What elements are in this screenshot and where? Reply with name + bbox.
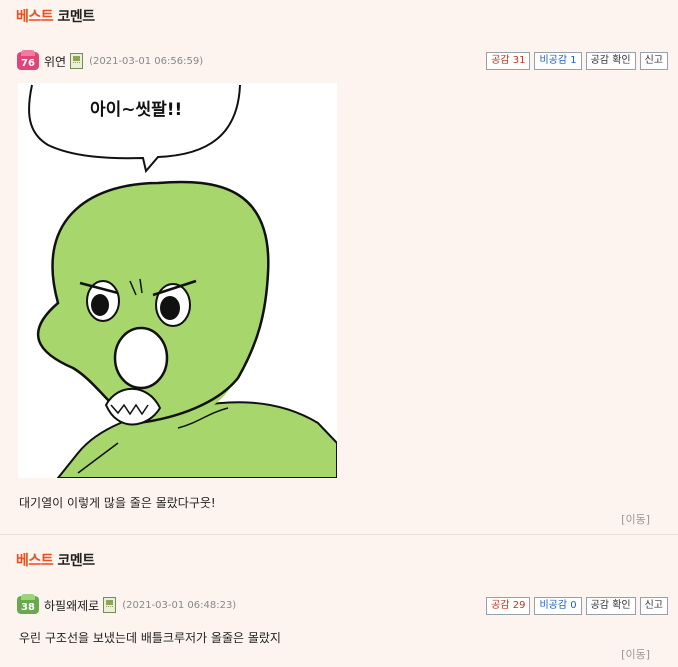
level-badge-icon: 76 <box>17 50 39 70</box>
section-title-rest: 코멘트 <box>53 9 96 25</box>
comment-actions: 공감 29 비공감 0 공감 확인 신고 <box>486 597 668 615</box>
level-badge-icon: 38 <box>17 594 39 614</box>
move-link[interactable]: [이동] <box>621 646 650 662</box>
section-title-rest: 코멘트 <box>53 553 96 569</box>
report-button[interactable]: 신고 <box>639 52 668 70</box>
speech-bubble-text: 아이~씻팔!! <box>90 100 182 120</box>
level-number: 76 <box>21 58 35 69</box>
nickname[interactable]: 위연 <box>44 53 66 70</box>
like-button[interactable]: 공감 29 <box>486 597 531 615</box>
nickname[interactable]: 하필왜제로 <box>44 597 99 614</box>
comment-date: (2021-03-01 06:48:23) <box>122 599 237 611</box>
mobile-phone-icon <box>103 597 117 613</box>
mobile-phone-icon <box>70 53 84 69</box>
section-title-highlight: 베스트 <box>16 9 54 25</box>
move-link[interactable]: [이동] <box>621 511 650 527</box>
report-button[interactable]: 신고 <box>639 597 668 615</box>
comment-meta: 38 하필왜제로 (2021-03-01 06:48:23) <box>17 594 236 616</box>
comment-text: 대기열이 이렇게 많을 줄은 몰랐다구웃! <box>19 496 216 510</box>
comment-date: (2021-03-01 06:56:59) <box>89 55 204 67</box>
like-button[interactable]: 공감 31 <box>486 52 531 70</box>
comment-image: 아이~씻팔!! <box>18 83 338 479</box>
comment-meta: 76 위연 (2021-03-01 06:56:59) <box>17 50 203 72</box>
check-likes-button[interactable]: 공감 확인 <box>585 52 636 70</box>
level-number: 38 <box>21 602 35 613</box>
divider <box>0 534 678 535</box>
check-likes-button[interactable]: 공감 확인 <box>585 597 636 615</box>
comment-text: 우린 구조선을 보냈는데 배틀크루저가 올줄은 몰랐지 <box>19 631 281 645</box>
dislike-button[interactable]: 비공감 1 <box>534 52 582 70</box>
angry-green-character-image: 아이~씻팔!! <box>18 83 338 479</box>
section-title-best-comment: 베스트 코멘트 <box>16 550 95 570</box>
section-title-best-comment: 베스트 코멘트 <box>16 6 95 26</box>
dislike-button[interactable]: 비공감 0 <box>534 597 582 615</box>
section-title-highlight: 베스트 <box>16 553 54 569</box>
comment-actions: 공감 31 비공감 1 공감 확인 신고 <box>486 52 668 70</box>
